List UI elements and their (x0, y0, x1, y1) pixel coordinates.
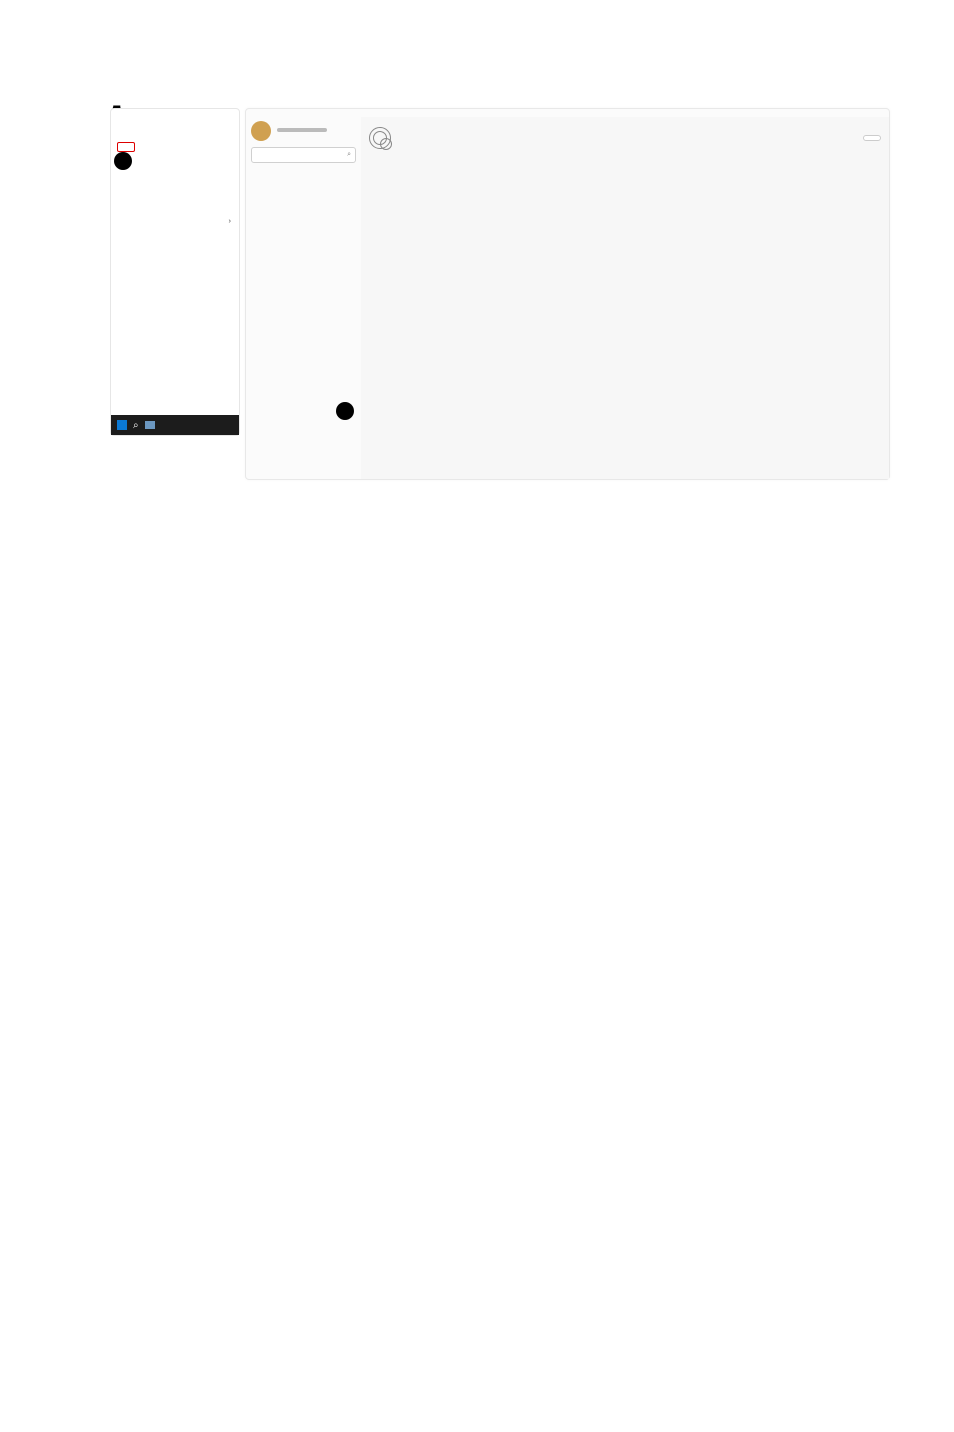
avatar (251, 121, 271, 141)
ctx-item[interactable] (111, 109, 239, 117)
callout-1 (114, 152, 132, 170)
status-block (369, 127, 881, 149)
taskbar: ⌕ (111, 415, 239, 435)
screenshot-figure: › ⌕ (110, 108, 890, 480)
profile-card[interactable] (251, 121, 356, 141)
ctx-item[interactable] (111, 136, 239, 140)
ctx-item[interactable] (111, 204, 239, 212)
settings-main (361, 117, 889, 479)
ctx-network-connections[interactable] (117, 142, 135, 152)
ctx-item[interactable] (111, 196, 239, 204)
search-input[interactable]: ⌕ (251, 147, 356, 163)
ctx-item[interactable] (111, 172, 239, 180)
settings-titlebar (246, 109, 889, 117)
ctx-item[interactable] (111, 117, 239, 125)
taskbar-app-icon[interactable] (145, 421, 155, 429)
not-connected-icon (369, 127, 391, 149)
search-icon: ⌕ (347, 151, 351, 159)
ctx-item[interactable] (111, 125, 239, 136)
ctx-item[interactable] (111, 229, 239, 237)
troubleshoot-button[interactable] (863, 135, 881, 141)
ctx-item[interactable] (111, 188, 239, 196)
settings-sidebar: ⌕ (246, 117, 361, 479)
callout-2 (336, 402, 354, 420)
windows-icon[interactable] (117, 420, 127, 430)
chevron-right-icon: › (229, 216, 232, 225)
ctx-shutdown[interactable]: › (111, 212, 239, 229)
profile-name-redacted (277, 128, 327, 132)
ctx-item[interactable] (111, 180, 239, 188)
search-icon[interactable]: ⌕ (133, 420, 139, 431)
settings-window: ⌕ (245, 108, 890, 480)
